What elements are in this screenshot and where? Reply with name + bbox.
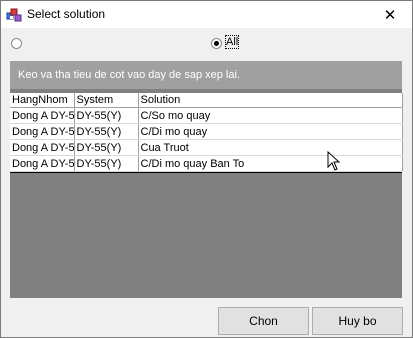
cell-hangnhom[interactable]: Dong A DY-55 (10, 155, 75, 172)
cell-solution[interactable]: C/So mo quay (138, 107, 403, 124)
title-bar[interactable]: Select solution ✕ (1, 1, 412, 28)
grid-divider (10, 172, 402, 173)
table-header-row: HangNhom System Solution (10, 93, 403, 108)
cell-solution[interactable]: Cua Truot (138, 139, 403, 156)
cell-system[interactable]: DY-55(Y) (74, 123, 139, 140)
solution-table: HangNhom System Solution Dong A DY-55 DY… (10, 93, 403, 172)
huy-bo-button[interactable]: Huy bo (312, 307, 403, 335)
radio-option-all-label[interactable]: All (224, 35, 240, 49)
mouse-cursor-icon (327, 151, 341, 171)
table-row[interactable]: Dong A DY-55 DY-55(Y) C/Di mo quay (10, 123, 403, 140)
table-row[interactable]: Dong A DY-55 DY-55(Y) C/So mo quay (10, 107, 403, 124)
column-header-system[interactable]: System (74, 93, 139, 108)
cell-solution[interactable]: C/Di mo quay (138, 123, 403, 140)
column-header-solution[interactable]: Solution (138, 93, 403, 108)
filter-options: All (1, 28, 412, 58)
cell-system[interactable]: DY-55(Y) (74, 107, 139, 124)
cell-hangnhom[interactable]: Dong A DY-55 (10, 123, 75, 140)
cell-system[interactable]: DY-55(Y) (74, 155, 139, 172)
cell-hangnhom[interactable]: Dong A DY-55 (10, 107, 75, 124)
close-icon: ✕ (383, 6, 397, 24)
window-title: Select solution (27, 7, 106, 21)
table-row[interactable]: Dong A DY-55 DY-55(Y) C/Di mo quay Ban T… (10, 155, 403, 172)
table-row[interactable]: Dong A DY-55 DY-55(Y) Cua Truot (10, 139, 403, 156)
close-button[interactable]: ✕ (368, 1, 412, 28)
select-solution-dialog: Select solution ✕ All Keo va tha tieu de… (0, 0, 413, 338)
column-header-hangnhom[interactable]: HangNhom (10, 93, 75, 108)
solution-grid: Keo va tha tieu de cot vao day de sap xe… (10, 61, 403, 298)
cell-system[interactable]: DY-55(Y) (74, 139, 139, 156)
radio-option-all[interactable] (211, 38, 222, 49)
chon-button[interactable]: Chon (218, 307, 309, 335)
cell-solution[interactable]: C/Di mo quay Ban To (138, 155, 403, 172)
radio-option-left[interactable] (11, 38, 22, 49)
cell-hangnhom[interactable]: Dong A DY-55 (10, 139, 75, 156)
app-icon (6, 8, 22, 22)
group-by-hint[interactable]: Keo va tha tieu de cot vao day de sap xe… (10, 61, 402, 89)
